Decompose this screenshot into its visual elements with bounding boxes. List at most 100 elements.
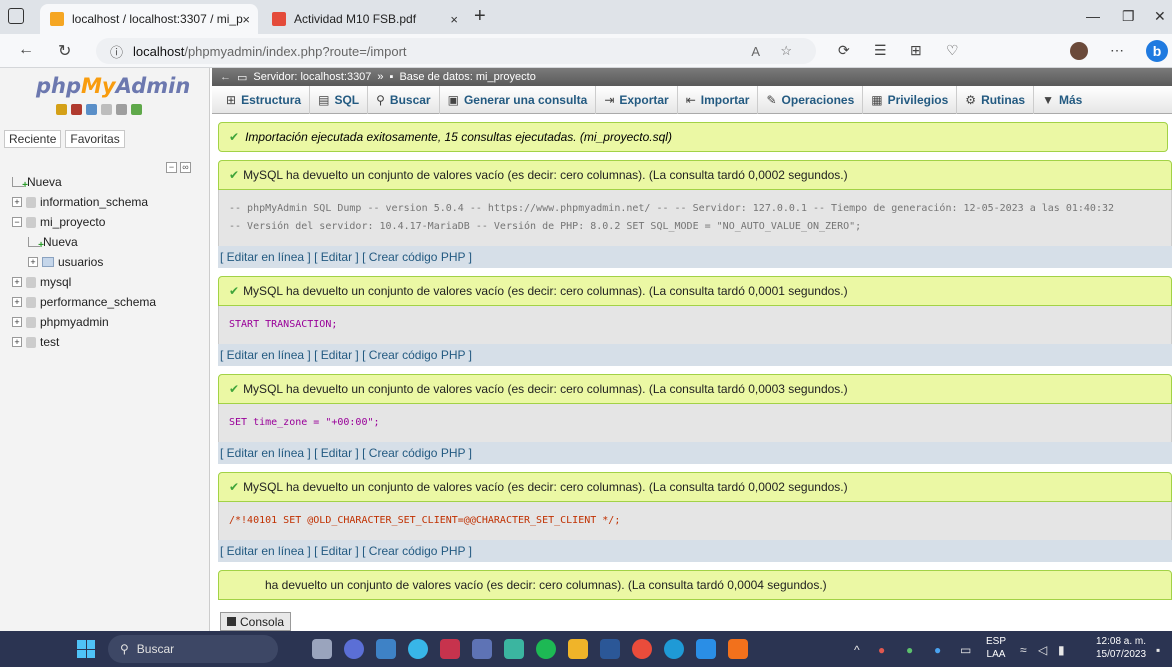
file-explorer-icon[interactable] bbox=[568, 639, 588, 659]
tab-pdf[interactable]: Actividad M10 FSB.pdf × bbox=[262, 4, 466, 34]
edit-link[interactable]: [ Editar ] bbox=[314, 250, 359, 264]
tree-db-mi-proyecto[interactable]: − mi_proyecto bbox=[12, 212, 202, 232]
tree-db-information-schema[interactable]: + information_schema bbox=[12, 192, 202, 212]
tree-db-phpmyadmin[interactable]: + phpmyadmin bbox=[12, 312, 202, 332]
tab-mas[interactable]: ▼ Más bbox=[1034, 86, 1090, 114]
tab-phpmyadmin[interactable]: localhost / localhost:3307 / mi_p × bbox=[40, 4, 258, 34]
expand-icon[interactable]: + bbox=[12, 317, 22, 327]
create-php-link[interactable]: [ Crear código PHP ] bbox=[362, 250, 472, 264]
profile-avatar[interactable] bbox=[1070, 42, 1088, 60]
windows-start-icon[interactable] bbox=[77, 640, 95, 658]
task-view-icon[interactable] bbox=[312, 639, 332, 659]
refresh-icon[interactable]: ↻ bbox=[58, 41, 71, 61]
tab-buscar[interactable]: ⚲ Buscar bbox=[368, 85, 440, 114]
collapse-icon[interactable]: − bbox=[12, 217, 22, 227]
create-php-link[interactable]: [ Crear código PHP ] bbox=[362, 544, 472, 558]
home-icon[interactable] bbox=[56, 104, 67, 115]
vscode-icon[interactable] bbox=[696, 639, 716, 659]
results-scroll-area[interactable]: ✔ Importación ejecutada exitosamente, 15… bbox=[212, 116, 1172, 631]
notifications-icon[interactable]: ▪ bbox=[1156, 643, 1160, 657]
chrome-icon[interactable] bbox=[632, 639, 652, 659]
reload-icon[interactable] bbox=[131, 104, 142, 115]
tab-operaciones[interactable]: ✎ Operaciones bbox=[758, 85, 864, 114]
back-icon[interactable]: ← bbox=[18, 41, 34, 59]
tab-generar-consulta[interactable]: ▣ Generar una consulta bbox=[440, 85, 597, 114]
xampp-icon[interactable] bbox=[728, 639, 748, 659]
help-icon[interactable] bbox=[86, 104, 97, 115]
more-menu-icon[interactable]: ⋯ bbox=[1110, 42, 1124, 59]
edit-inline-link[interactable]: [ Editar en línea ] bbox=[220, 348, 311, 362]
show-hidden-icons[interactable]: ^ bbox=[854, 643, 860, 657]
edit-inline-link[interactable]: [ Editar en línea ] bbox=[220, 446, 311, 460]
docs-icon[interactable] bbox=[101, 104, 112, 115]
expand-icon[interactable]: + bbox=[12, 197, 22, 207]
collections-icon[interactable]: ⊞ bbox=[910, 42, 922, 59]
close-window-icon[interactable]: ✕ bbox=[1154, 8, 1166, 25]
app-icon[interactable] bbox=[440, 639, 460, 659]
word-icon[interactable] bbox=[600, 639, 620, 659]
breadcrumb-database[interactable]: Base de datos: mi_proyecto bbox=[399, 71, 535, 83]
console-toggle-button[interactable]: Consola bbox=[220, 612, 292, 631]
edit-inline-link[interactable]: [ Editar en línea ] bbox=[220, 544, 311, 558]
tab-exportar[interactable]: ⇥ Exportar bbox=[596, 85, 678, 114]
chat-icon[interactable] bbox=[344, 639, 364, 659]
info-icon[interactable]: ⓘ bbox=[110, 42, 123, 61]
tree-table-usuarios[interactable]: + usuarios bbox=[12, 252, 202, 272]
app-icon[interactable] bbox=[408, 639, 428, 659]
back-arrow-icon[interactable]: ← bbox=[220, 71, 231, 83]
tab-privilegios[interactable]: ▦ Privilegios bbox=[863, 85, 958, 114]
expand-icon[interactable]: + bbox=[12, 337, 22, 347]
bing-chat-icon[interactable]: b bbox=[1146, 40, 1168, 62]
close-tab-icon[interactable]: × bbox=[242, 12, 250, 27]
tree-db-mysql[interactable]: + mysql bbox=[12, 272, 202, 292]
tray-app-icon[interactable]: ● bbox=[934, 643, 941, 657]
edge-icon[interactable] bbox=[664, 639, 684, 659]
expand-icon[interactable]: + bbox=[12, 277, 22, 287]
input-language[interactable]: ESP LAA bbox=[986, 635, 1006, 661]
edit-link[interactable]: [ Editar ] bbox=[314, 348, 359, 362]
app-icon[interactable] bbox=[472, 639, 492, 659]
favorite-star-icon[interactable]: ☆ bbox=[780, 43, 792, 59]
tray-app-icon[interactable]: ● bbox=[906, 643, 913, 657]
expand-icon[interactable]: + bbox=[12, 297, 22, 307]
favorites-icon[interactable]: ☰ bbox=[874, 42, 887, 59]
new-tab-button[interactable]: + bbox=[474, 5, 486, 28]
tab-actions-icon[interactable] bbox=[8, 8, 24, 24]
tree-new-database[interactable]: Nueva bbox=[12, 172, 202, 192]
volume-icon[interactable]: ◁ bbox=[1038, 643, 1047, 657]
favorites-button[interactable]: Favoritas bbox=[65, 130, 125, 148]
minimize-icon[interactable]: — bbox=[1086, 8, 1100, 24]
read-aloud-icon[interactable]: A bbox=[751, 44, 760, 59]
recent-button[interactable]: Reciente bbox=[4, 130, 62, 148]
tab-rutinas[interactable]: ⚙ Rutinas bbox=[957, 85, 1035, 114]
phpmyadmin-logo[interactable]: phpMyAdmin bbox=[36, 74, 190, 98]
extensions-icon[interactable]: ⟳ bbox=[838, 42, 850, 59]
taskbar-search[interactable]: ⚲ Buscar bbox=[108, 635, 278, 663]
edit-link[interactable]: [ Editar ] bbox=[314, 544, 359, 558]
settings-gear-icon[interactable] bbox=[116, 104, 127, 115]
keyboard-icon[interactable]: ▭ bbox=[960, 643, 971, 657]
tree-new-table[interactable]: Nueva bbox=[12, 232, 202, 252]
tree-db-performance-schema[interactable]: + performance_schema bbox=[12, 292, 202, 312]
restore-icon[interactable]: ❐ bbox=[1122, 8, 1135, 25]
battery-icon[interactable]: ▮ bbox=[1058, 643, 1065, 657]
clock[interactable]: 12:08 a. m. 15/07/2023 bbox=[1090, 635, 1152, 661]
url-input[interactable]: ⓘ localhost /phpmyadmin/index.php?route=… bbox=[96, 38, 816, 64]
tree-db-test[interactable]: + test bbox=[12, 332, 202, 352]
tab-estructura[interactable]: ⊞ Estructura bbox=[218, 85, 311, 114]
edit-link[interactable]: [ Editar ] bbox=[314, 446, 359, 460]
app-icon[interactable] bbox=[504, 639, 524, 659]
performance-icon[interactable]: ♡ bbox=[946, 42, 959, 59]
edit-inline-link[interactable]: [ Editar en línea ] bbox=[220, 250, 311, 264]
wifi-icon[interactable]: ≈ bbox=[1020, 643, 1027, 657]
create-php-link[interactable]: [ Crear código PHP ] bbox=[362, 348, 472, 362]
store-icon[interactable] bbox=[376, 639, 396, 659]
tab-importar[interactable]: ⇤ Importar bbox=[678, 85, 759, 114]
create-php-link[interactable]: [ Crear código PHP ] bbox=[362, 446, 472, 460]
breadcrumb-server[interactable]: Servidor: localhost:3307 bbox=[253, 71, 371, 83]
logout-icon[interactable] bbox=[71, 104, 82, 115]
tab-sql[interactable]: ▤ SQL bbox=[310, 85, 369, 114]
spotify-icon[interactable] bbox=[536, 639, 556, 659]
close-tab-icon[interactable]: × bbox=[450, 12, 458, 27]
tray-app-icon[interactable]: ● bbox=[878, 643, 885, 657]
